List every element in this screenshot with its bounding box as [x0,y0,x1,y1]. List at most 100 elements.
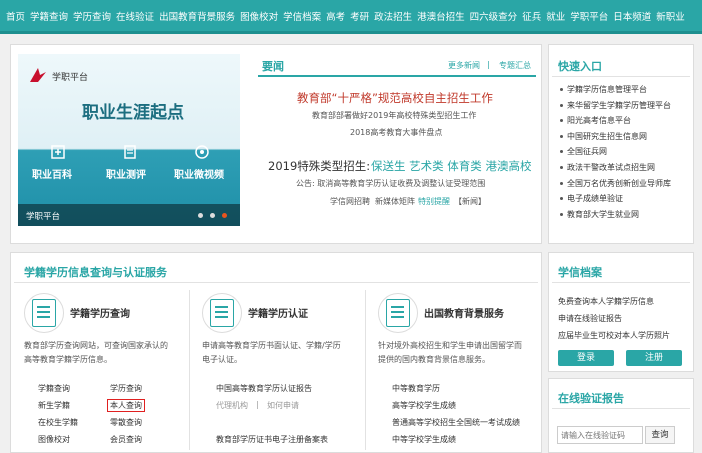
video-icon [195,145,209,159]
col1-desc-line1: 教育部学历查询网站，可查询国家承认的 [24,341,168,350]
quick-entry-item[interactable]: 教育部大学生就业网 [560,209,671,225]
banner-item-encyclopedia[interactable]: 职业百科 [32,166,72,181]
news-title-underline [258,75,536,77]
nav-item-gaokao[interactable]: 高考 [326,9,345,23]
archive-item-apply-report[interactable]: 申请在线验证报告 [558,313,622,324]
nav-item-cet[interactable]: 四六级查分 [470,9,518,23]
quick-entry-item[interactable]: 来华留学生学籍学历管理平台 [560,100,671,116]
col3-desc-line2: 提供的国内教育背景信息服务。 [378,355,490,364]
col3-desc-line1: 针对境外高校招生和学生申请出国留学而 [378,341,522,350]
verify-divider [552,408,690,409]
news-headline-1[interactable]: 教育部“十严格”规范高校自主招生工作 [297,90,493,106]
nav-item-xueli[interactable]: 学历查询 [73,9,111,23]
news-line-3[interactable]: 公告: 取消高等教育学历认证收费及调整认证受理范围 [296,178,485,189]
more-news-link[interactable]: 更多新闻 [448,60,480,71]
verify-query-button[interactable]: 查询 [645,426,675,444]
link-xueli-query[interactable]: 学历查询 [110,383,142,394]
archive-title: 学信档案 [558,266,602,279]
nav-item-abroad[interactable]: 出国教育背景服务 [159,9,235,23]
banner-headline: 职业生涯起点 [82,103,184,123]
verify-code-input[interactable] [557,426,643,444]
quick-entry-item[interactable]: 政法干警改革试点招生网 [560,162,671,178]
banner-carousel[interactable]: 学职平台 职业生涯起点 职业百科 职业测评 职业微视频 学职平台 [18,54,240,226]
link-how-to-apply[interactable]: 如何申请 [267,400,299,411]
top-navigation: 首页 学籍查询 学历查询 在线验证 出国教育背景服务 图像校对 学信档案 高考 … [0,0,702,34]
banner-footer-text: 学职平台 [26,212,61,222]
quick-entry-item[interactable]: 全国万名优秀创新创业导师库 [560,178,671,194]
carousel-dot-2[interactable] [210,213,215,218]
quick-entry-item[interactable]: 电子成绩单验证 [560,193,671,209]
nav-item-xuezhi[interactable]: 学职平台 [570,9,608,23]
banner-logo-text: 学职平台 [52,73,89,83]
topics-link[interactable]: 专题汇总 [499,60,531,71]
archive-divider [552,282,690,283]
carousel-dot-3[interactable] [222,213,227,218]
quick-entry-list: 学籍学历信息管理平台 来华留学生学籍学历管理平台 阳光高考信息平台 中国研究生招… [560,84,671,224]
banner-item-video[interactable]: 职业微视频 [174,166,224,181]
link-xueji-query[interactable]: 学籍查询 [38,383,70,394]
login-button[interactable]: 登录 [558,350,614,366]
logo-icon [30,68,46,82]
link-gaokao-scores[interactable]: 普通高等学校招生全国统一考试成绩 [392,417,520,428]
nav-item-japan[interactable]: 日本频道 [613,9,651,23]
news-bottom-news[interactable]: 【新闻】 [454,196,486,207]
background-report-icon [386,299,410,327]
news-bottom-media[interactable]: 新媒体矩阵 [375,196,415,207]
nav-item-home[interactable]: 首页 [6,9,25,23]
nav-item-gangaotai[interactable]: 港澳台招生 [417,9,465,23]
quick-entry-item[interactable]: 学籍学历信息管理平台 [560,84,671,100]
nav-item-new-career[interactable]: 新职业 [656,9,685,23]
link-new-student[interactable]: 新生学籍 [38,400,70,411]
nav-item-online-verify[interactable]: 在线验证 [116,9,154,23]
assessment-icon [124,145,136,159]
link-image-check[interactable]: 图像校对 [38,434,70,445]
news-title: 要闻 [262,60,284,73]
link-agency[interactable]: 代理机构 [216,400,248,411]
col1-title[interactable]: 学籍学历查询 [70,305,130,320]
nav-item-zhengfa[interactable]: 政法招生 [374,9,412,23]
nav-item-archive[interactable]: 学信档案 [283,9,321,23]
col3-title[interactable]: 出国教育背景服务 [424,305,504,320]
news-line-1[interactable]: 教育部部署做好2019年高校特殊类型招生工作 [312,110,476,121]
carousel-dot-1[interactable] [198,213,203,218]
quick-entry-title: 快速入口 [558,60,602,73]
archive-item-photo-check[interactable]: 应届毕业生可校对本人学历照片 [558,330,670,341]
encyclopedia-icon [51,145,65,159]
col2-title[interactable]: 学籍学历认证 [248,305,308,320]
link-scattered-query[interactable]: 零散查询 [110,417,142,428]
register-button[interactable]: 注册 [626,350,682,366]
news-separator: | [487,60,490,69]
nav-item-image-check[interactable]: 图像校对 [240,9,278,23]
certificate-icon [210,299,234,327]
quick-entry-item[interactable]: 中国研究生招生信息网 [560,131,671,147]
link-higher-scores[interactable]: 高等学校学生成绩 [392,400,456,411]
news-bottom-notice[interactable]: 特别提醒 [418,196,450,207]
col2-link-separator: | [256,400,259,409]
link-secondary-scores[interactable]: 中等学校学生成绩 [392,434,456,445]
link-cert-report[interactable]: 中国高等教育学历认证报告 [216,383,312,394]
col1-desc-line2: 高等教育学籍学历信息。 [24,355,112,364]
nav-item-zhengbing[interactable]: 征兵 [522,9,541,23]
link-self-query[interactable]: 本人查询 [107,399,145,412]
archive-item-free-query[interactable]: 免费查询本人学籍学历信息 [558,296,654,307]
verify-title: 在线验证报告 [558,392,624,405]
link-secondary-edu[interactable]: 中等教育学历 [392,383,440,394]
news-headline-2-links[interactable]: 保送生 艺术类 体育类 港澳高校 [371,158,531,174]
news-bottom-recruit[interactable]: 学信网招聘 [330,196,370,207]
column-divider-1 [189,290,190,450]
nav-item-jiuye[interactable]: 就业 [546,9,565,23]
col2-desc-line1: 申请高等教育学历书面认证、学籍/学历 [202,341,341,350]
link-member-query[interactable]: 会员查询 [110,434,142,445]
quick-entry-divider [552,76,690,77]
quick-entry-item[interactable]: 阳光高考信息平台 [560,115,671,131]
link-current-student[interactable]: 在校生学籍 [38,417,78,428]
link-e-registration[interactable]: 教育部学历证书电子注册备案表 [216,434,328,445]
col2-desc-line2: 电子认证。 [202,355,242,364]
banner-item-assessment[interactable]: 职业测评 [106,166,146,181]
news-line-2[interactable]: 2018高考教育大事件盘点 [350,127,442,138]
quick-entry-item[interactable]: 全国征兵网 [560,146,671,162]
service-title: 学籍学历信息查询与认证服务 [24,266,167,279]
nav-item-kaoyan[interactable]: 考研 [350,9,369,23]
nav-item-xueji[interactable]: 学籍查询 [30,9,68,23]
column-divider-2 [365,290,366,450]
